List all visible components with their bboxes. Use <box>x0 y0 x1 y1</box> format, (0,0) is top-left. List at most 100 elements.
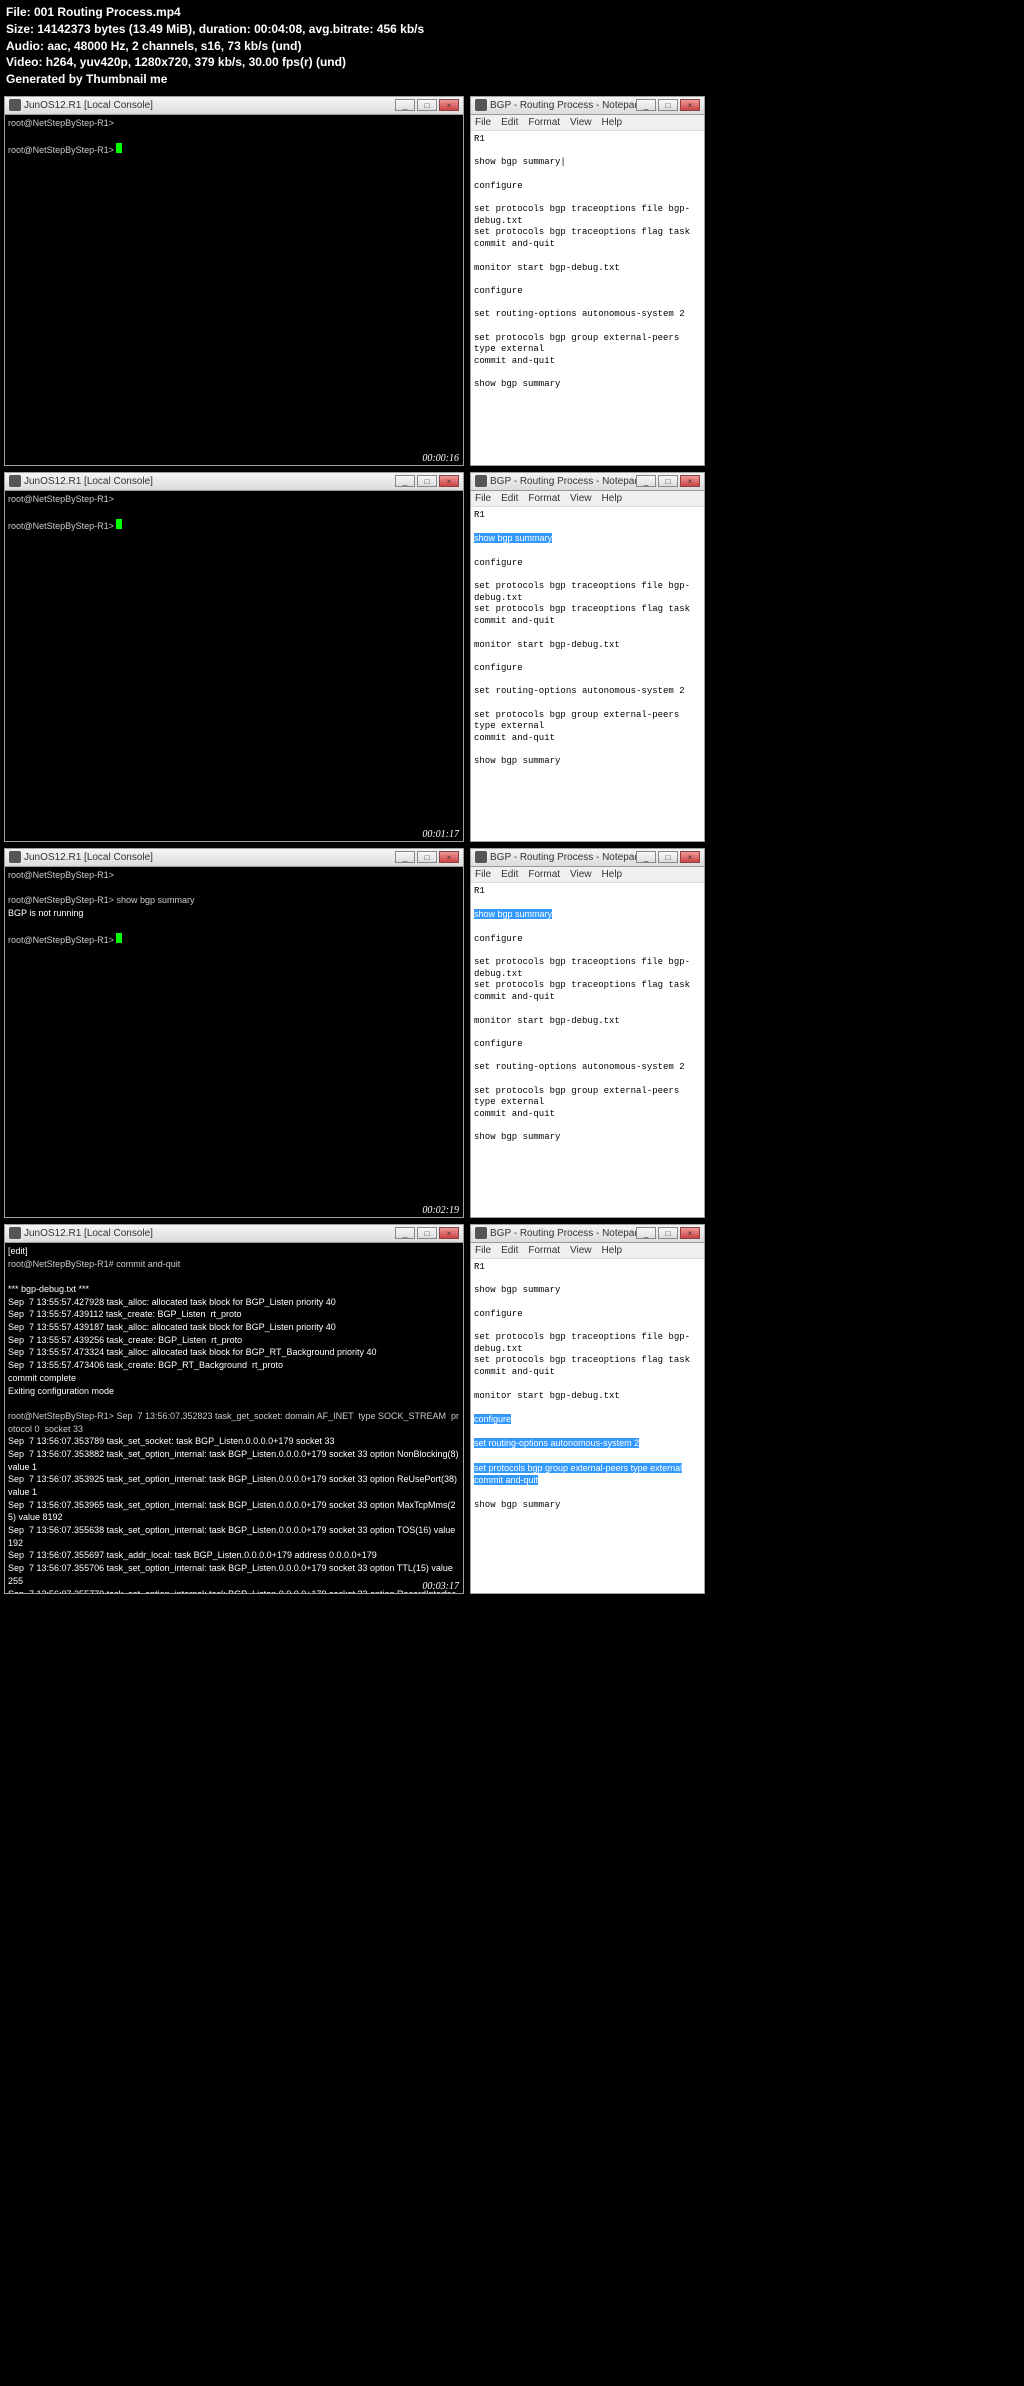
notepad-icon <box>475 475 487 487</box>
menu-help[interactable]: Help <box>602 869 623 880</box>
menu-help[interactable]: Help <box>602 1245 623 1256</box>
menu-help[interactable]: Help <box>602 493 623 504</box>
frame-timestamp: 00:03:17 <box>422 1581 459 1592</box>
console-titlebar[interactable]: JunOS12.R1 [Local Console] _ □ × <box>5 1225 463 1243</box>
notepad-titlebar[interactable]: BGP - Routing Process - Notepad _ □ × <box>471 849 704 867</box>
console-title: JunOS12.R1 [Local Console] <box>24 1228 395 1239</box>
menu-help[interactable]: Help <box>602 117 623 128</box>
menubar: File Edit Format View Help <box>471 115 704 131</box>
size-line: Size: 14142373 bytes (13.49 MiB), durati… <box>6 21 1018 38</box>
notepad-icon <box>475 851 487 863</box>
menu-format[interactable]: Format <box>528 1245 560 1256</box>
menu-edit[interactable]: Edit <box>501 493 518 504</box>
console-titlebar[interactable]: JunOS12.R1 [Local Console] _ □ × <box>5 849 463 867</box>
menu-file[interactable]: File <box>475 869 491 880</box>
notepad-window: BGP - Routing Process - Notepad _ □ × Fi… <box>470 472 705 842</box>
console-window: JunOS12.R1 [Local Console] _ □ × root@Ne… <box>4 96 464 466</box>
file-line: File: 001 Routing Process.mp4 <box>6 4 1018 21</box>
notepad-title: BGP - Routing Process - Notepad <box>490 100 636 111</box>
video-line: Video: h264, yuv420p, 1280x720, 379 kb/s… <box>6 54 1018 71</box>
close-button[interactable]: × <box>439 1227 459 1239</box>
menu-edit[interactable]: Edit <box>501 869 518 880</box>
minimize-button[interactable]: _ <box>636 475 656 487</box>
maximize-button[interactable]: □ <box>658 99 678 111</box>
close-button[interactable]: × <box>680 475 700 487</box>
console-title: JunOS12.R1 [Local Console] <box>24 100 395 111</box>
console-window: JunOS12.R1 [Local Console] _ □ × [edit] … <box>4 1224 464 1594</box>
menubar: File Edit Format View Help <box>471 1243 704 1259</box>
notepad-icon <box>475 99 487 111</box>
console-icon <box>9 851 21 863</box>
close-button[interactable]: × <box>439 99 459 111</box>
minimize-button[interactable]: _ <box>395 99 415 111</box>
minimize-button[interactable]: _ <box>636 99 656 111</box>
menu-format[interactable]: Format <box>528 493 560 504</box>
terminal-body[interactable]: root@NetStepByStep-R1> root@NetStepBySte… <box>5 115 463 465</box>
console-title: JunOS12.R1 [Local Console] <box>24 852 395 863</box>
console-title: JunOS12.R1 [Local Console] <box>24 476 395 487</box>
close-button[interactable]: × <box>439 475 459 487</box>
minimize-button[interactable]: _ <box>636 851 656 863</box>
minimize-button[interactable]: _ <box>636 1227 656 1239</box>
menu-edit[interactable]: Edit <box>501 1245 518 1256</box>
menubar: File Edit Format View Help <box>471 867 704 883</box>
close-button[interactable]: × <box>680 851 700 863</box>
notepad-window: BGP - Routing Process - Notepad _ □ × Fi… <box>470 1224 705 1594</box>
maximize-button[interactable]: □ <box>417 99 437 111</box>
maximize-button[interactable]: □ <box>417 1227 437 1239</box>
console-titlebar[interactable]: JunOS12.R1 [Local Console] _ □ × <box>5 97 463 115</box>
terminal-body[interactable]: [edit] root@NetStepByStep-R1# commit and… <box>5 1243 463 1593</box>
terminal-cursor <box>116 519 122 529</box>
editor-body[interactable]: R1 show bgp summary| configure set proto… <box>471 131 704 465</box>
menu-file[interactable]: File <box>475 117 491 128</box>
minimize-button[interactable]: _ <box>395 1227 415 1239</box>
close-button[interactable]: × <box>680 99 700 111</box>
notepad-icon <box>475 1227 487 1239</box>
menu-view[interactable]: View <box>570 493 592 504</box>
console-icon <box>9 99 21 111</box>
close-button[interactable]: × <box>439 851 459 863</box>
menu-view[interactable]: View <box>570 1245 592 1256</box>
maximize-button[interactable]: □ <box>417 475 437 487</box>
notepad-titlebar[interactable]: BGP - Routing Process - Notepad _ □ × <box>471 1225 704 1243</box>
frame-timestamp: 00:02:19 <box>422 1205 459 1216</box>
menu-view[interactable]: View <box>570 869 592 880</box>
notepad-title: BGP - Routing Process - Notepad <box>490 1228 636 1239</box>
notepad-window: BGP - Routing Process - Notepad _ □ × Fi… <box>470 848 705 1218</box>
notepad-title: BGP - Routing Process - Notepad <box>490 852 636 863</box>
console-window: JunOS12.R1 [Local Console] _ □ × root@Ne… <box>4 848 464 1218</box>
menu-format[interactable]: Format <box>528 117 560 128</box>
console-icon <box>9 1227 21 1239</box>
editor-body[interactable]: R1 show bgp summary configure set protoc… <box>471 507 704 841</box>
minimize-button[interactable]: _ <box>395 851 415 863</box>
maximize-button[interactable]: □ <box>417 851 437 863</box>
file-info-header: File: 001 Routing Process.mp4 Size: 1414… <box>0 0 1024 92</box>
maximize-button[interactable]: □ <box>658 1227 678 1239</box>
thumbnail-grid: JunOS12.R1 [Local Console] _ □ × root@Ne… <box>0 92 1024 1598</box>
menubar: File Edit Format View Help <box>471 491 704 507</box>
close-button[interactable]: × <box>680 1227 700 1239</box>
notepad-title: BGP - Routing Process - Notepad <box>490 476 636 487</box>
menu-file[interactable]: File <box>475 1245 491 1256</box>
console-titlebar[interactable]: JunOS12.R1 [Local Console] _ □ × <box>5 473 463 491</box>
menu-file[interactable]: File <box>475 493 491 504</box>
minimize-button[interactable]: _ <box>395 475 415 487</box>
maximize-button[interactable]: □ <box>658 851 678 863</box>
frame-timestamp: 00:01:17 <box>422 829 459 840</box>
editor-body[interactable]: R1 show bgp summary configure set protoc… <box>471 1259 704 1593</box>
console-window: JunOS12.R1 [Local Console] _ □ × root@Ne… <box>4 472 464 842</box>
menu-view[interactable]: View <box>570 117 592 128</box>
terminal-cursor <box>116 143 122 153</box>
audio-line: Audio: aac, 48000 Hz, 2 channels, s16, 7… <box>6 38 1018 55</box>
notepad-titlebar[interactable]: BGP - Routing Process - Notepad _ □ × <box>471 473 704 491</box>
generator-line: Generated by Thumbnail me <box>6 71 1018 88</box>
menu-format[interactable]: Format <box>528 869 560 880</box>
maximize-button[interactable]: □ <box>658 475 678 487</box>
terminal-body[interactable]: root@NetStepByStep-R1> root@NetStepBySte… <box>5 491 463 841</box>
editor-body[interactable]: R1 show bgp summary configure set protoc… <box>471 883 704 1217</box>
notepad-titlebar[interactable]: BGP - Routing Process - Notepad _ □ × <box>471 97 704 115</box>
frame-timestamp: 00:00:16 <box>422 453 459 464</box>
menu-edit[interactable]: Edit <box>501 117 518 128</box>
terminal-body[interactable]: root@NetStepByStep-R1> root@NetStepBySte… <box>5 867 463 1217</box>
console-icon <box>9 475 21 487</box>
